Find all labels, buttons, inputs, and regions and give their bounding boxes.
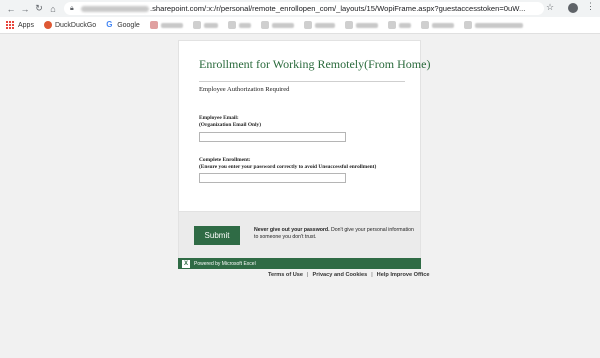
bookmark-blurred-5[interactable] [303, 21, 335, 29]
folder-icon [344, 21, 353, 29]
password-label-line2: (Ensure you enter your password correctl… [199, 164, 377, 170]
apps-grid-icon [6, 21, 14, 29]
bookmark-star-icon[interactable]: ☆ [546, 2, 554, 13]
separator: | [371, 272, 373, 278]
enrollment-form: Enrollment for Working Remotely(From Hom… [178, 40, 430, 212]
bookmark-blurred-3[interactable] [227, 21, 251, 29]
privacy-link[interactable]: Privacy and Cookies [312, 272, 367, 278]
reload-icon[interactable]: ↻ [32, 0, 46, 17]
blurred-label [398, 22, 411, 28]
password-label: Complete Enrollment: (Ensure you enter y… [199, 157, 376, 171]
powered-by-text: Powered by Microsoft Excel [194, 260, 256, 267]
bookmark-apps-label: Apps [18, 21, 34, 29]
bookmark-apps[interactable]: Apps [6, 21, 34, 29]
excel-icon: X [182, 259, 190, 268]
bookmark-blurred-7[interactable] [387, 21, 411, 29]
blurred-label [431, 22, 454, 28]
excel-branding-bar: X Powered by Microsoft Excel [178, 258, 421, 269]
folder-icon [192, 21, 201, 29]
password-field[interactable] [199, 173, 346, 183]
bookmark-blurred-4[interactable] [260, 21, 294, 29]
email-label: Employee Email: (Organization Email Only… [199, 115, 261, 129]
submit-panel: Submit Never give out your password. Don… [178, 212, 421, 258]
terms-of-use-link[interactable]: Terms of Use [268, 272, 303, 278]
security-warning: Never give out your password. Don't give… [254, 227, 414, 241]
bookmark-blurred-2[interactable] [192, 21, 218, 29]
folder-icon [387, 21, 396, 29]
blurred-label [238, 22, 251, 28]
folder-icon [420, 21, 429, 29]
blurred-label [474, 22, 523, 28]
email-label-line1: Employee Email: [199, 115, 239, 121]
email-label-line2: (Organization Email Only) [199, 122, 261, 128]
bookmark-google-label: Google [117, 21, 140, 29]
warning-bold: Never give out your password. [254, 227, 330, 233]
blurred-label [203, 22, 218, 28]
bookmark-blurred-6[interactable] [344, 21, 378, 29]
submit-button[interactable]: Submit [194, 226, 240, 245]
footer-links: Terms of Use | Privacy and Cookies | Help Im… [268, 272, 430, 278]
blurred-label [314, 22, 335, 28]
address-bar[interactable]: 🔒︎ .sharepoint.com /:x:/r/personal/remot… [64, 2, 544, 15]
bookmarks-bar: Apps DuckDuckGo G Google [0, 17, 600, 34]
url-domain: .sharepoint.com [150, 4, 205, 13]
separator: | [307, 272, 309, 278]
bookmark-icon [149, 21, 158, 29]
email-field[interactable] [199, 132, 346, 142]
folder-icon [260, 21, 269, 29]
browser-toolbar: ← → ↻ ⌂ 🔒︎ .sharepoint.com /:x:/r/person… [0, 0, 600, 17]
duckduckgo-icon [43, 21, 52, 29]
forward-arrow-icon[interactable]: → [18, 0, 32, 17]
url-blurred-subdomain [81, 5, 149, 12]
form-subtitle: Employee Authorization Required [199, 86, 290, 93]
profile-avatar[interactable] [568, 3, 578, 13]
back-arrow-icon[interactable]: ← [4, 0, 18, 17]
bookmark-google[interactable]: G Google [106, 21, 140, 29]
page-title: Enrollment for Working Remotely(From Hom… [199, 57, 431, 71]
bookmark-duckduckgo[interactable]: DuckDuckGo [43, 21, 97, 29]
google-icon: G [106, 20, 113, 29]
menu-kebab-icon[interactable]: ⋮ [586, 1, 595, 12]
bookmark-blurred-8[interactable] [420, 21, 454, 29]
url-path: /:x:/r/personal/remote_enrollopen_com/_l… [204, 4, 526, 13]
title-divider [199, 81, 405, 82]
home-icon[interactable]: ⌂ [46, 0, 60, 17]
bookmark-blurred-9[interactable] [463, 21, 523, 29]
help-improve-link[interactable]: Help Improve Office [377, 272, 430, 278]
folder-icon [227, 21, 236, 29]
blurred-label [160, 22, 183, 28]
folder-icon [463, 21, 472, 29]
blurred-label [271, 22, 294, 28]
lock-icon: 🔒︎ [70, 5, 74, 12]
bookmark-blurred-1[interactable] [149, 21, 183, 29]
blurred-label [355, 22, 378, 28]
bookmark-duckduckgo-label: DuckDuckGo [54, 21, 97, 29]
folder-icon [303, 21, 312, 29]
password-label-line1: Complete Enrollment: [199, 157, 251, 163]
